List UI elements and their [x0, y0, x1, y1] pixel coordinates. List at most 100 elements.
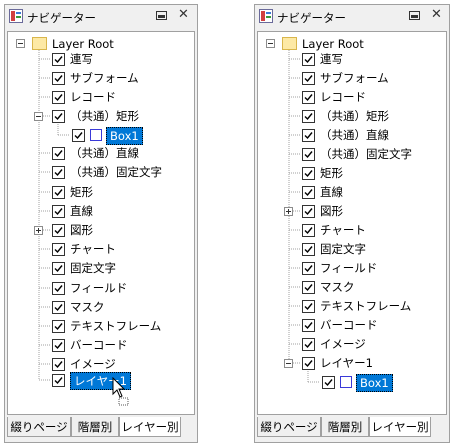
- folder-icon: [32, 37, 47, 50]
- tree-item-label[interactable]: バーコード: [320, 317, 378, 333]
- tree-item-label[interactable]: 図形: [320, 203, 343, 219]
- root-expander[interactable]: [266, 39, 275, 48]
- title-bar[interactable]: ナビゲーター ✕: [5, 5, 197, 29]
- checkbox[interactable]: [52, 110, 65, 123]
- expand-expander[interactable]: [34, 226, 43, 235]
- tree-item-label[interactable]: イメージ: [320, 336, 366, 352]
- tree-item-label[interactable]: サブフォーム: [320, 70, 389, 86]
- checkbox[interactable]: [302, 262, 315, 275]
- tree-item-label[interactable]: 直線: [320, 184, 343, 200]
- checkbox[interactable]: [52, 339, 65, 352]
- tree-item-label[interactable]: （共通）矩形: [70, 108, 139, 124]
- checkbox[interactable]: [302, 243, 315, 256]
- tree-item-label[interactable]: 固定文字: [70, 260, 116, 276]
- checkbox[interactable]: [302, 186, 315, 199]
- dock-icon[interactable]: [409, 11, 420, 20]
- tree-item-label-selected[interactable]: Box1: [106, 127, 143, 145]
- tree-item-label[interactable]: （共通）直線: [320, 127, 389, 143]
- tree-root-label[interactable]: Layer Root: [302, 36, 364, 52]
- tree-item-label[interactable]: サブフォーム: [70, 70, 139, 86]
- checkbox[interactable]: [72, 129, 85, 142]
- tree-item-label[interactable]: フィールド: [320, 260, 377, 276]
- tree-item-label[interactable]: 直線: [70, 203, 93, 219]
- checkbox[interactable]: [302, 72, 315, 85]
- checkbox[interactable]: [302, 224, 315, 237]
- checkbox[interactable]: [52, 262, 65, 275]
- checkbox[interactable]: [302, 129, 315, 142]
- tree-item-label[interactable]: レコード: [320, 89, 366, 105]
- collapse-expander[interactable]: [34, 112, 43, 121]
- checkbox[interactable]: [52, 243, 65, 256]
- tree-item-label[interactable]: 図形: [70, 222, 93, 238]
- tab-strip: 綴りページ 階層別 レイヤー別: [257, 417, 447, 439]
- close-icon[interactable]: ✕: [431, 8, 442, 22]
- tree-item-label[interactable]: テキストフレーム: [320, 298, 411, 314]
- tree-item-label[interactable]: 連写: [70, 51, 93, 67]
- checkbox[interactable]: [52, 224, 65, 237]
- checkbox[interactable]: [52, 320, 65, 333]
- checkbox[interactable]: [302, 319, 315, 332]
- checkbox[interactable]: [302, 357, 315, 370]
- checkbox[interactable]: [302, 281, 315, 294]
- root-expander[interactable]: [16, 39, 25, 48]
- tree-item-label[interactable]: 矩形: [70, 184, 93, 200]
- tree-item-label[interactable]: （共通）固定文字: [320, 146, 412, 162]
- expand-expander[interactable]: [284, 207, 293, 216]
- checkbox[interactable]: [52, 72, 65, 85]
- tree-view[interactable]: Layer Root 連写 サブフォーム レコード （共通）矩形 Box1 （共…: [7, 31, 195, 415]
- checkbox[interactable]: [302, 110, 315, 123]
- checkbox[interactable]: [302, 148, 315, 161]
- tree-item-label[interactable]: （共通）矩形: [320, 108, 389, 124]
- checkbox[interactable]: [52, 91, 65, 104]
- tree-item-label[interactable]: （共通）固定文字: [70, 164, 162, 180]
- tree-item-label[interactable]: レイヤー1: [320, 355, 373, 371]
- tree-item-label[interactable]: マスク: [70, 299, 105, 315]
- checkbox[interactable]: [302, 205, 315, 218]
- close-icon[interactable]: ✕: [178, 8, 189, 22]
- checkbox[interactable]: [52, 53, 65, 66]
- tree-item-label[interactable]: マスク: [320, 279, 355, 295]
- checkbox[interactable]: [302, 91, 315, 104]
- tree-item-label[interactable]: レコード: [70, 89, 116, 105]
- checkbox[interactable]: [302, 338, 315, 351]
- checkbox[interactable]: [52, 282, 65, 295]
- checkbox[interactable]: [52, 147, 65, 160]
- navigator-panel-right: ナビゲーター ✕ Layer Root 連写 サブフォーム レコード （共通）矩…: [254, 4, 450, 443]
- tab-pages[interactable]: 綴りページ: [257, 417, 321, 437]
- checkbox[interactable]: [52, 166, 65, 179]
- tree-root-label[interactable]: Layer Root: [52, 36, 114, 52]
- mouse-pointer-icon: [112, 377, 129, 406]
- navigator-app-icon: [259, 9, 273, 23]
- tree-item-label[interactable]: 連写: [320, 51, 343, 67]
- checkbox[interactable]: [302, 53, 315, 66]
- tab-pages[interactable]: 綴りページ: [7, 417, 71, 437]
- tree-item-label[interactable]: 矩形: [320, 165, 343, 181]
- checkbox[interactable]: [302, 167, 315, 180]
- tree-item-label[interactable]: テキストフレーム: [70, 318, 161, 334]
- checkbox[interactable]: [52, 374, 65, 387]
- tree-item-label[interactable]: チャート: [320, 222, 366, 238]
- tree-item-label[interactable]: バーコード: [70, 337, 128, 353]
- collapse-expander[interactable]: [284, 359, 293, 368]
- tree-item-label[interactable]: チャート: [70, 241, 116, 257]
- title-bar[interactable]: ナビゲーター ✕: [255, 5, 449, 29]
- tree-item-label[interactable]: イメージ: [70, 356, 116, 372]
- tree-item-label[interactable]: 固定文字: [320, 241, 366, 257]
- checkbox[interactable]: [322, 376, 335, 389]
- tab-hierarchy[interactable]: 階層別: [321, 417, 369, 437]
- dock-icon[interactable]: [156, 11, 167, 20]
- tree-view[interactable]: Layer Root 連写 サブフォーム レコード （共通）矩形 （共通）直線 …: [257, 31, 447, 415]
- checkbox[interactable]: [302, 300, 315, 313]
- checkbox[interactable]: [52, 301, 65, 314]
- tree-item-label[interactable]: フィールド: [70, 280, 127, 296]
- tab-hierarchy[interactable]: 階層別: [71, 417, 119, 437]
- checkbox[interactable]: [52, 186, 65, 199]
- checkbox[interactable]: [52, 358, 65, 371]
- tree-item-label-selected[interactable]: Box1: [356, 374, 393, 392]
- checkbox[interactable]: [52, 205, 65, 218]
- tab-layers[interactable]: レイヤー別: [119, 417, 181, 437]
- panel-title: ナビゲーター: [277, 11, 346, 25]
- tab-layers[interactable]: レイヤー別: [369, 417, 431, 437]
- navigator-app-icon: [9, 9, 23, 23]
- tree-item-label[interactable]: （共通）直線: [70, 145, 139, 161]
